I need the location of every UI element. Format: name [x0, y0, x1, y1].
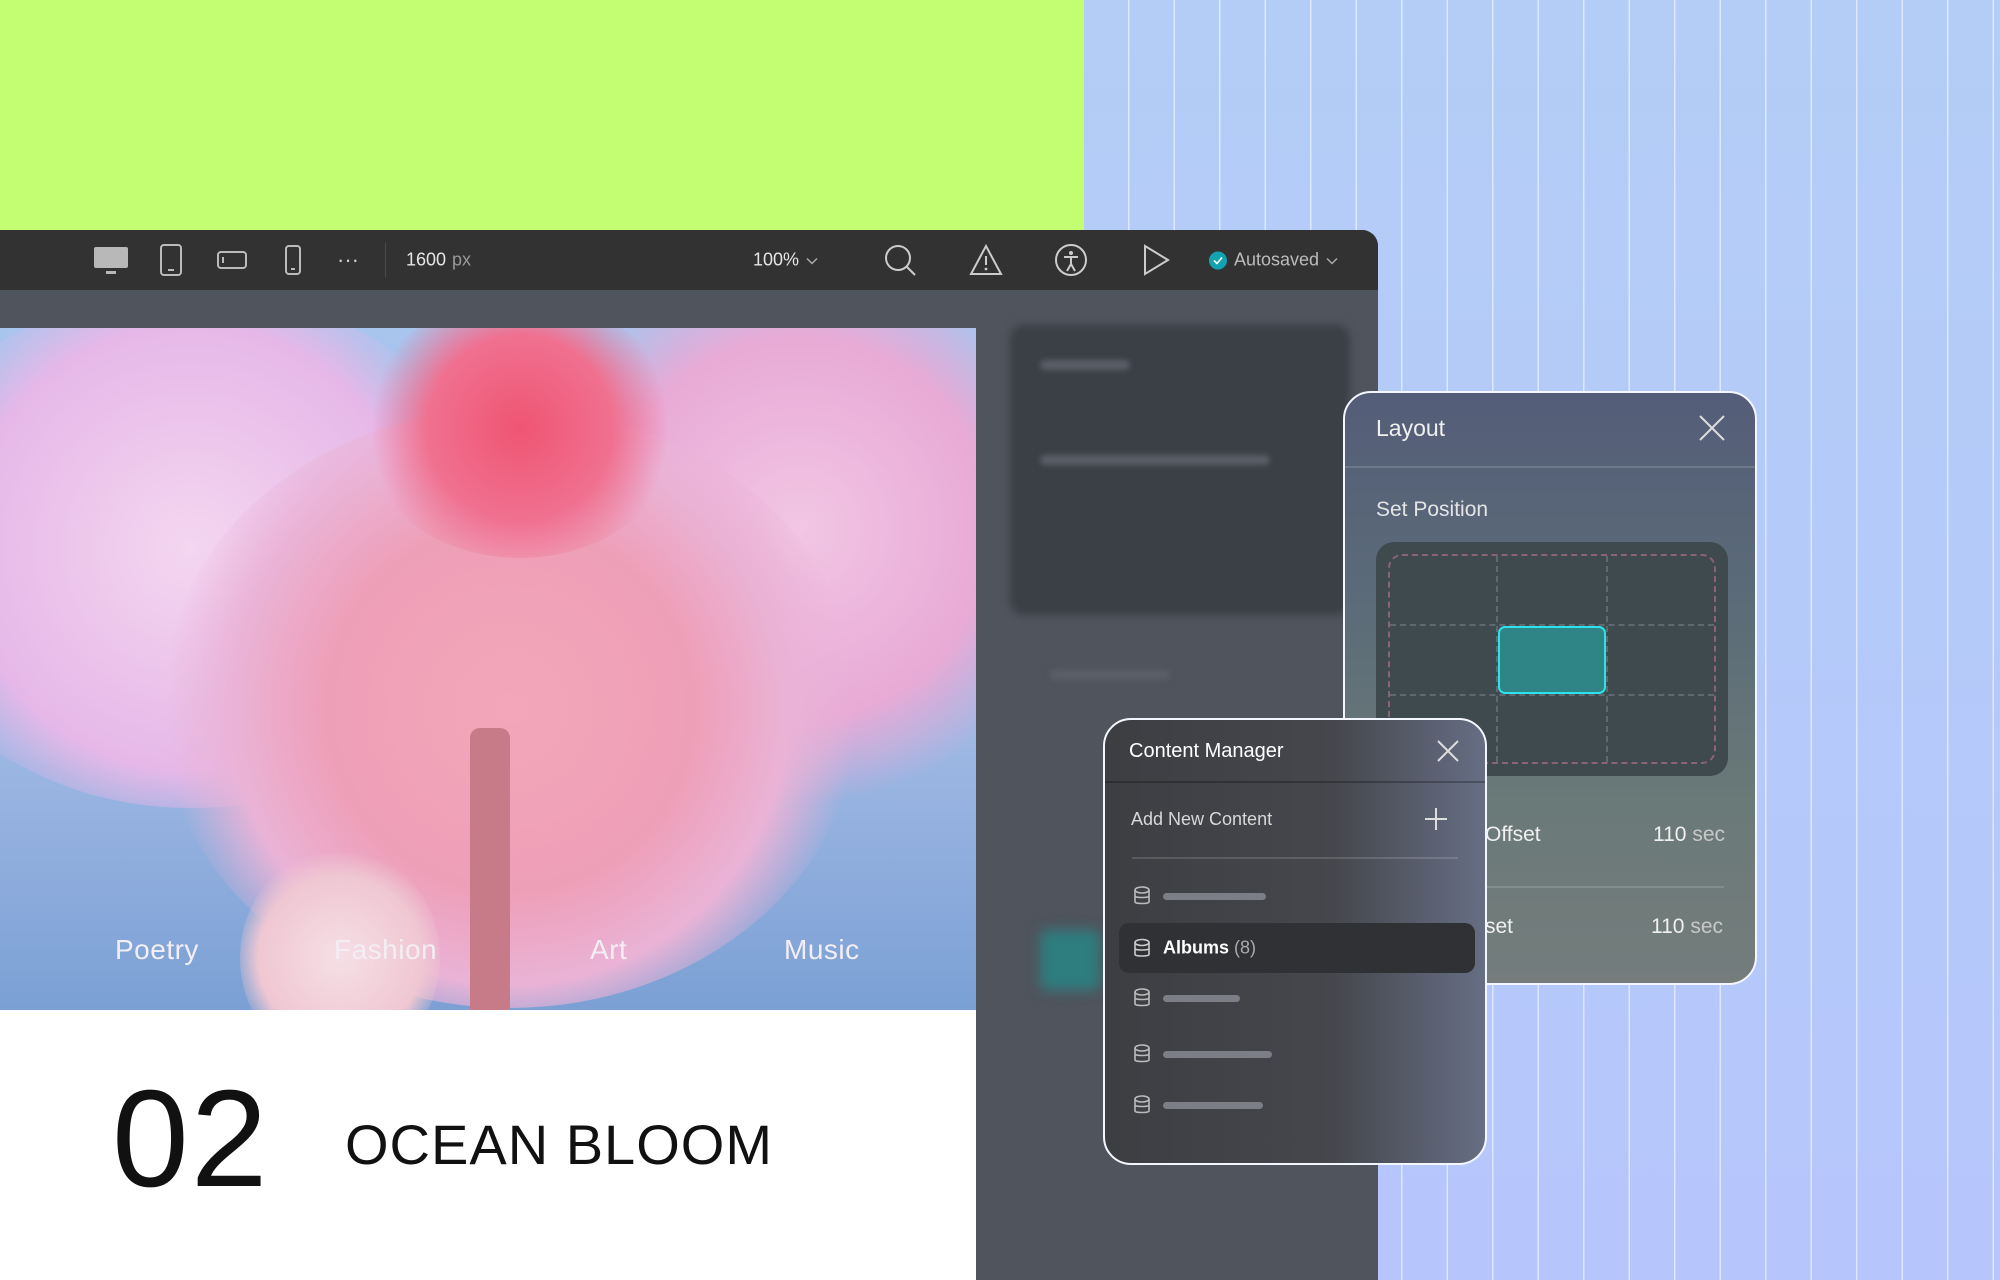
list-item[interactable]: [1133, 1044, 1272, 1064]
warning-icon[interactable]: [969, 244, 1003, 276]
divider: [1132, 857, 1458, 859]
tablet-icon[interactable]: [159, 243, 183, 277]
content-manager-panel: Content Manager Add New Content Albums (…: [1103, 718, 1487, 1165]
offset-value[interactable]: 110 sec: [1651, 915, 1723, 939]
divider: [1105, 781, 1485, 783]
item-count: (8): [1234, 937, 1257, 958]
unit: sec: [1690, 915, 1723, 938]
check-circle-icon: [1209, 251, 1227, 269]
divider: [385, 242, 386, 278]
green-background: [0, 0, 1084, 230]
nav-link-poetry[interactable]: Poetry: [115, 934, 199, 966]
width-field[interactable]: 1600 px: [406, 250, 471, 271]
offset-label: Offset: [1485, 823, 1541, 846]
placeholder-bar: [1163, 1101, 1263, 1109]
list-item[interactable]: [1133, 1095, 1263, 1115]
value: 110: [1652, 823, 1687, 846]
chevron-down-icon: [1326, 257, 1338, 265]
offset-value[interactable]: 110 sec: [1653, 823, 1725, 847]
desktop-icon[interactable]: [93, 245, 129, 275]
database-icon: [1134, 938, 1150, 957]
tablet-landscape-icon[interactable]: [216, 249, 248, 271]
width-value: 1600: [406, 249, 447, 270]
section-label: Set Position: [1376, 498, 1489, 521]
database-icon: [1134, 886, 1150, 905]
blurred-text: [1040, 360, 1130, 370]
nav-link-art[interactable]: Art: [590, 934, 627, 966]
item-number: 02: [112, 1062, 270, 1216]
zoom-value: 100%: [752, 249, 800, 270]
width-unit: px: [452, 249, 472, 270]
mobile-icon[interactable]: [284, 244, 302, 276]
accessibility-icon[interactable]: [1054, 243, 1088, 277]
placeholder-bar: [1163, 994, 1240, 1002]
status-label: Autosaved: [1234, 249, 1320, 270]
value: 110: [1650, 915, 1685, 938]
chevron-down-icon: [806, 257, 818, 265]
plus-icon[interactable]: [1423, 806, 1449, 837]
autosaved-status[interactable]: Autosaved: [1208, 250, 1339, 271]
hero-image: [0, 328, 976, 1010]
nav-link-fashion[interactable]: Fashion: [334, 934, 437, 966]
add-new-content-label: Add New Content: [1131, 809, 1273, 829]
item-label: Albums: [1163, 937, 1230, 958]
close-icon[interactable]: [1435, 738, 1461, 769]
unit: sec: [1692, 823, 1725, 846]
database-icon: [1134, 1095, 1150, 1114]
panel-title: Content Manager: [1129, 740, 1284, 762]
close-icon[interactable]: [1697, 413, 1727, 448]
search-icon[interactable]: [883, 243, 917, 277]
list-item-albums[interactable]: Albums (8): [1133, 938, 1256, 959]
more-icon[interactable]: ···: [337, 247, 359, 273]
play-icon[interactable]: [1142, 244, 1170, 276]
zoom-dropdown[interactable]: 100%: [753, 250, 819, 271]
blurred-thumbnail: [1040, 930, 1100, 990]
panel-title: Layout: [1376, 415, 1446, 441]
blurred-text: [1040, 455, 1270, 465]
placeholder-bar: [1163, 1050, 1272, 1058]
database-icon: [1134, 988, 1150, 1007]
grid-line: [1390, 694, 1714, 696]
placeholder-bar: [1163, 892, 1266, 900]
selected-position-cell[interactable]: [1498, 626, 1606, 694]
list-item[interactable]: [1133, 886, 1266, 906]
toolbar: ··· 1600 px 100% Autosaved: [0, 230, 1378, 290]
database-icon: [1134, 1044, 1150, 1063]
list-item[interactable]: [1133, 988, 1240, 1008]
offset-label: set: [1485, 915, 1514, 938]
grid-line: [1606, 556, 1608, 762]
nav-link-music[interactable]: Music: [784, 934, 860, 966]
item-title: OCEAN BLOOM: [345, 1113, 773, 1176]
divider: [1345, 466, 1755, 468]
blurred-text: [1050, 670, 1170, 680]
